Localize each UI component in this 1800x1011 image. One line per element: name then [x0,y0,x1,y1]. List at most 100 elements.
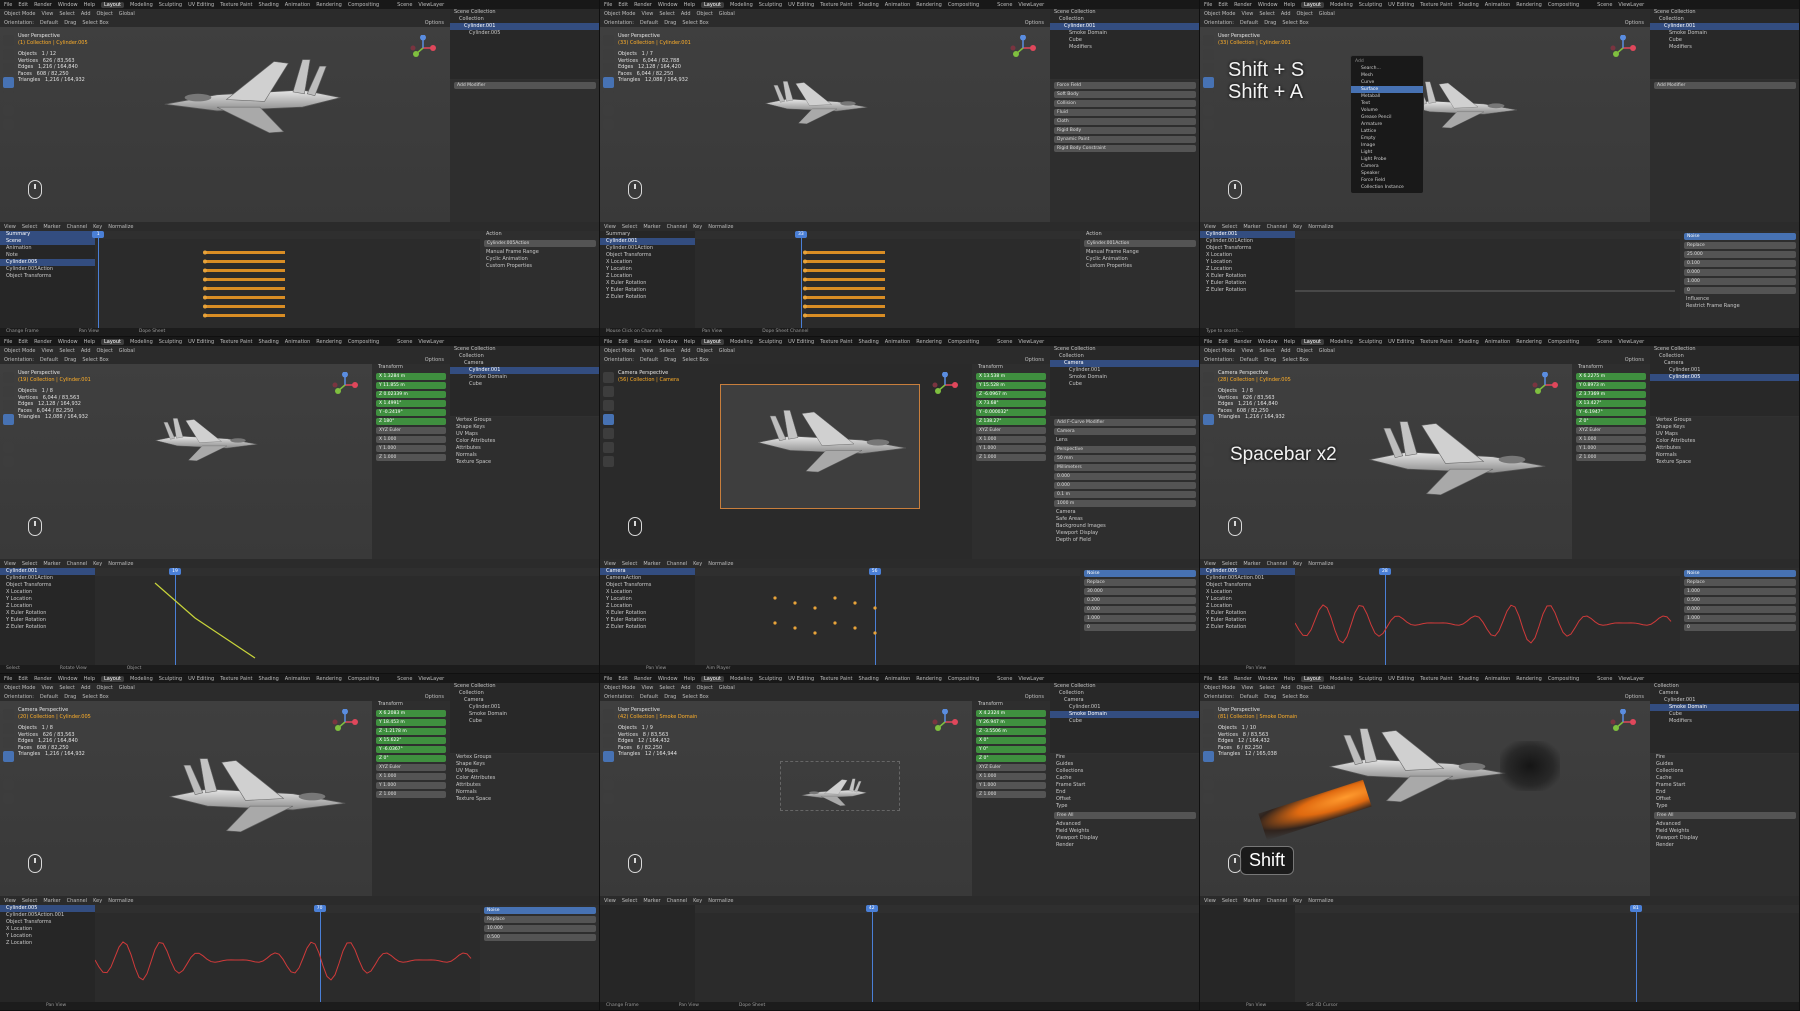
channel-item[interactable]: Z Location [1200,266,1295,273]
channel-item[interactable]: Y Location [0,596,95,603]
outliner-item[interactable]: Collection [1050,690,1199,697]
outliner-item[interactable]: Collection [1050,353,1199,360]
rotation-field[interactable]: Z 0° [376,755,446,762]
workspace-tab[interactable]: Sculpting [159,339,182,345]
scale-field[interactable]: Z 1.000 [376,454,446,461]
viewport-menu-view[interactable]: View [42,11,54,17]
properties-section[interactable]: Attributes [450,782,599,789]
outliner-item[interactable]: Cylinder.001 [1650,367,1799,374]
tool-setting-drag[interactable]: Drag [664,694,676,700]
properties-section[interactable]: UV Maps [450,431,599,438]
tool-setting-select_box[interactable]: Select Box [82,357,108,363]
tool-button[interactable] [1203,372,1214,383]
workspace-tab[interactable]: Compositing [1548,2,1579,8]
workspace-tab[interactable]: Shading [1458,676,1478,682]
add-menu-item[interactable]: Metaball [1351,93,1423,100]
channel-item[interactable]: Object Transforms [0,919,95,926]
tool-setting-orientation[interactable]: Orientation: [1204,694,1234,700]
modifier-name[interactable]: Noise [1684,233,1796,240]
channel-item[interactable]: Cylinder.001 [0,568,95,575]
tool-setting-drag[interactable]: Drag [64,357,76,363]
outliner-item[interactable]: Collection [1050,16,1199,23]
scene-selector[interactable]: Scene [997,339,1012,345]
outliner-item[interactable]: Smoke Domain [1050,711,1199,718]
graph-menu-view[interactable]: View [4,561,16,567]
graph-menu-normalize[interactable]: Normalize [1308,561,1333,567]
workspace-tab[interactable]: Layout [701,675,724,682]
workspace-tab[interactable]: Sculpting [1359,676,1382,682]
graph-menu-view[interactable]: View [1204,898,1216,904]
graph-menu-select[interactable]: Select [622,898,637,904]
graph-menu-marker[interactable]: Marker [643,898,660,904]
graph-menu-view[interactable]: View [1204,224,1216,230]
add-modifier-button[interactable]: Add F-Curve Modifier [1054,419,1196,426]
channel-item[interactable]: Cylinder.005Action.001 [0,912,95,919]
tool-button[interactable] [1203,63,1214,74]
viewport-menu-mode[interactable]: Object Mode [604,685,636,691]
action-panel-item[interactable]: Custom Properties [480,263,599,270]
channel-item[interactable]: Animation [0,245,95,252]
graph-area[interactable] [1200,905,1799,1002]
add-menu-item[interactable]: Light [1351,149,1423,156]
location-field[interactable]: Y 15.528 m [976,382,1046,389]
workspace-tab[interactable]: Modeling [730,2,753,8]
camera-focal-field[interactable]: 50 mm [1054,455,1196,462]
scale-field[interactable]: Y 1.000 [976,445,1046,452]
options-dropdown[interactable]: Options [1625,20,1644,26]
channel-item[interactable]: Y Location [0,933,95,940]
tool-setting-orientation[interactable]: Orientation: [1204,357,1234,363]
channel-item[interactable]: Cylinder.001Action [600,245,695,252]
fluid-property[interactable]: Free All [1054,812,1196,819]
navigation-gizmo[interactable] [932,709,958,735]
tool-button[interactable] [3,400,14,411]
graph-menu-view[interactable]: View [604,561,616,567]
fluid-property[interactable]: Type [1650,803,1799,810]
location-field[interactable]: Y 11.855 m [376,382,446,389]
viewport-3d[interactable]: User Perspective (1) Collection | Cylinde… [0,27,450,222]
frame-ruler[interactable] [95,231,480,239]
tool-setting-default[interactable]: Default [1240,694,1258,700]
tool-button[interactable] [1203,737,1214,748]
graph-area[interactable]: Cylinder.001 Cylinder.001Action Object Tra… [0,568,599,665]
graph-menu-normalize[interactable]: Normalize [1308,224,1333,230]
tool-button[interactable] [1203,119,1214,130]
fcurve-plot[interactable] [695,578,1075,663]
tool-button[interactable] [3,372,14,383]
tool-setting-orientation[interactable]: Orientation: [604,20,634,26]
scene-selector[interactable]: Scene [1597,339,1612,345]
graph-menu-select[interactable]: Select [1222,224,1237,230]
graph-menu-marker[interactable]: Marker [1243,224,1260,230]
viewport-menu-object[interactable]: Object [697,11,713,17]
frame-ruler[interactable] [1295,905,1799,913]
properties-section[interactable]: Vertex Groups [1650,417,1799,424]
channel-item[interactable]: Cylinder.001 [600,238,695,245]
fluid-property[interactable]: Offset [1050,796,1199,803]
channel-item[interactable]: Z Location [0,603,95,610]
menu-window[interactable]: Window [658,2,678,8]
outliner-item[interactable]: Cylinder.001 [1050,704,1199,711]
workspace-tab[interactable]: UV Editing [788,2,814,8]
tool-setting-select_box[interactable]: Select Box [1282,20,1308,26]
channel-item[interactable]: X Euler Rotation [600,610,695,617]
viewlayer-selector[interactable]: ViewLayer [418,676,444,682]
workspace-tab[interactable]: Sculpting [159,2,182,8]
workspace-tab[interactable]: UV Editing [788,676,814,682]
menu-render[interactable]: Render [634,2,652,8]
workspace-tab[interactable]: Texture Paint [1420,2,1452,8]
modifier-field-offset[interactable]: 0.000 [1084,606,1196,613]
tool-button[interactable] [3,709,14,720]
scale-field[interactable]: X 1.000 [1576,436,1646,443]
outliner-item[interactable]: Cylinder.001 [1050,23,1199,30]
channel-item[interactable]: Y Euler Rotation [1200,617,1295,624]
add-menu-item[interactable]: Empty [1351,135,1423,142]
camera-section[interactable]: Camera [1050,509,1199,516]
viewport-menu-object[interactable]: Object [97,685,113,691]
viewport-3d[interactable]: User Perspective (81) Collection | Smoke … [1200,701,1650,896]
properties-section[interactable]: Texture Space [1650,459,1799,466]
channel-item[interactable]: Scene [0,238,95,245]
channel-item[interactable]: Y Location [1200,259,1295,266]
modifier-field-offset[interactable]: 0.000 [1684,606,1796,613]
workspace-tab[interactable]: Texture Paint [1420,339,1452,345]
camera-shift_x-field[interactable]: 0.000 [1054,473,1196,480]
rotation-field[interactable]: Z 138.27° [976,418,1046,425]
